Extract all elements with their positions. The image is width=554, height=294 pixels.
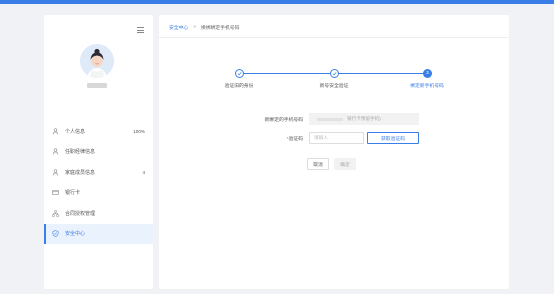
sidebar-item-security-center[interactable]: 安全中心 <box>44 223 153 244</box>
progress-steps: 3 验证旧的身份 新号安全验证 绑定新手机号码 <box>159 63 509 93</box>
avatar[interactable] <box>80 44 114 78</box>
sidebar-item-label: 家庭成员信息 <box>65 169 96 176</box>
phone-row: 新绑定的手机号码 银行卡预留手机) <box>233 113 419 125</box>
code-placeholder: 请输入 <box>314 135 328 140</box>
main-panel: 安全中心 > 换绑绑定手机号码 3 验证旧的身份 新号安全验证 绑定新手机号码 … <box>159 15 509 289</box>
code-label-text: 验证码 <box>288 136 303 142</box>
phone-label: 新绑定的手机号码 <box>264 117 303 123</box>
sidebar-item-bank-card[interactable]: 银行卡 <box>44 183 153 204</box>
top-accent-bar <box>0 0 554 4</box>
breadcrumb: 安全中心 > 换绑绑定手机号码 <box>169 24 239 31</box>
sidebar-item-label: 合同授权管理 <box>65 210 96 217</box>
person-icon <box>52 128 59 135</box>
code-label: *验证码 <box>233 135 303 142</box>
step-3-number: 3 <box>423 69 432 78</box>
sidebar-item-family-info[interactable]: 家庭成员信息 4 <box>44 162 153 183</box>
code-row: *验证码 请输入 获取验证码 <box>233 132 419 144</box>
sidebar-nav: 个人信息 100% 任职经律信息 家庭成员信息 4 银行卡 合同授权管理 安全中… <box>44 121 153 244</box>
step-1-label: 验证旧的身份 <box>224 84 254 89</box>
step-connector <box>244 73 330 74</box>
new-phone-field: 银行卡预留手机) <box>309 113 419 125</box>
sidebar-item-label: 任职经律信息 <box>65 149 96 156</box>
sidebar-item-contract-auth[interactable]: 合同授权管理 <box>44 203 153 224</box>
sidebar-item-personal-info[interactable]: 个人信息 100% <box>44 121 153 142</box>
hamburger-icon[interactable] <box>137 27 144 33</box>
verification-code-input[interactable]: 请输入 <box>309 132 364 144</box>
shield-icon <box>52 230 59 237</box>
breadcrumb-separator: > <box>193 25 197 30</box>
phone-hint: 银行卡预留手机) <box>347 116 381 121</box>
card-icon <box>52 189 59 196</box>
count-badge: 4 <box>142 169 145 175</box>
user-avatar-icon <box>80 44 114 78</box>
person-icon <box>52 169 59 176</box>
sidebar-item-label: 安全中心 <box>65 231 86 238</box>
breadcrumb-root-link[interactable]: 安全中心 <box>169 24 188 31</box>
get-code-button[interactable]: 获取验证码 <box>367 132 419 144</box>
sidebar-item-label: 个人信息 <box>65 128 86 135</box>
username-placeholder <box>87 83 107 88</box>
step-connector <box>339 73 423 74</box>
masked-phone-number <box>317 117 343 121</box>
sidebar-item-employment-info[interactable]: 任职经律信息 <box>44 142 153 163</box>
person-icon <box>52 148 59 155</box>
step-2-label: 新号安全验证 <box>319 84 349 89</box>
completion-badge: 100% <box>133 128 145 134</box>
cancel-button[interactable]: 取消 <box>307 158 329 170</box>
step-2-check-icon <box>330 69 339 78</box>
breadcrumb-current: 换绑绑定手机号码 <box>201 26 240 31</box>
confirm-button[interactable]: 确定 <box>334 158 356 170</box>
header-divider <box>159 37 509 38</box>
sidebar-item-label: 银行卡 <box>65 190 81 197</box>
org-icon <box>52 210 59 217</box>
sidebar: 个人信息 100% 任职经律信息 家庭成员信息 4 银行卡 合同授权管理 安全中… <box>44 15 153 289</box>
step-3-label: 绑定新手机号码 <box>410 84 444 89</box>
step-1-check-icon <box>235 69 244 78</box>
